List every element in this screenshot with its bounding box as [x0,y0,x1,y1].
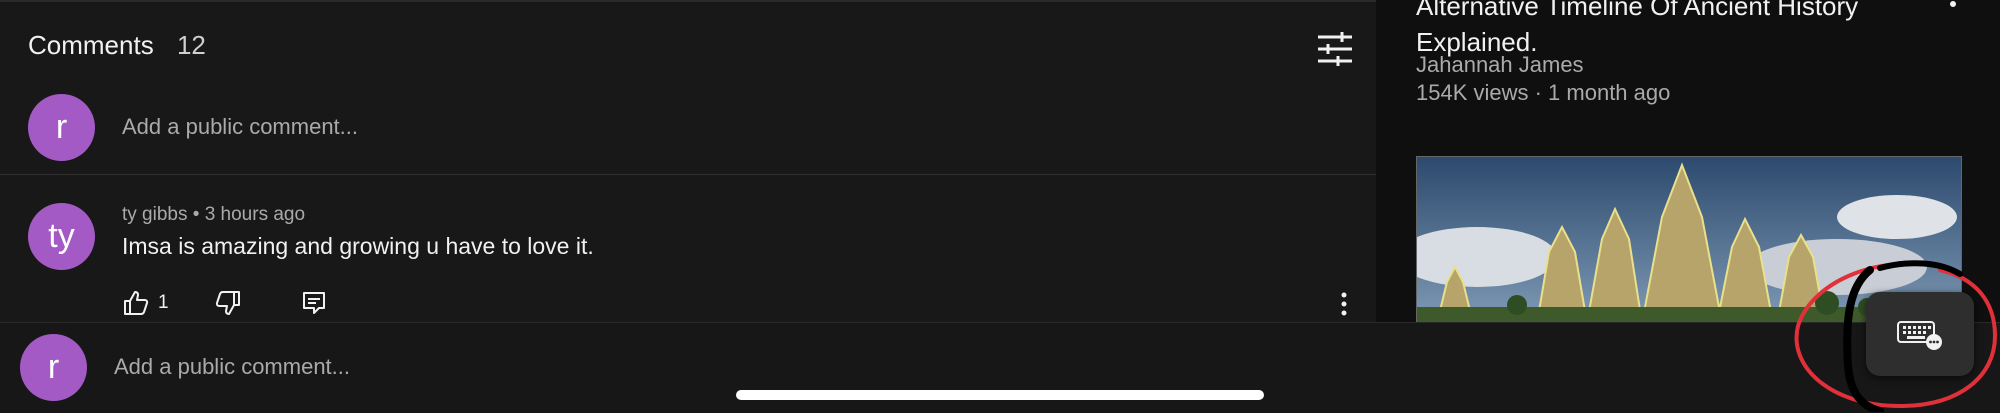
more-vertical-icon[interactable] [1332,290,1356,318]
reply-button[interactable] [300,288,328,318]
related-video-title[interactable]: Alternative Timeline Of Ancient History … [1416,0,1886,60]
comment-time[interactable]: 3 hours ago [205,204,305,225]
comment-meta: ty gibbs • 3 hours ago [122,204,305,226]
related-video-stats: 154K views · 1 month ago [1416,80,1671,105]
like-count: 1 [158,292,169,313]
comment-author[interactable]: ty gibbs [122,204,187,225]
dislike-button[interactable] [214,288,242,318]
comments-count: 12 [176,30,206,60]
add-comment-input[interactable]: Add a public comment... [122,114,358,140]
comments-header: Comments 12 [28,30,206,61]
reply-icon [303,292,325,314]
home-indicator[interactable] [736,390,1264,400]
comments-panel [0,0,1376,322]
related-video-channel[interactable]: Jahannah James [1416,52,1584,78]
thumbs-down-icon [215,291,240,315]
comment-avatar-letter: ty [48,217,75,255]
panel-top-border [0,0,1376,2]
user-avatar: r [28,94,95,161]
comments-divider [0,174,1376,175]
comment-author-avatar[interactable]: ty [28,203,95,270]
user-avatar-letter: r [55,108,68,146]
keyboard-button[interactable] [1866,292,1974,376]
thumbs-up-icon [124,291,149,315]
meta-separator: • [192,204,205,225]
sort-filter-icon[interactable] [1316,30,1354,68]
bottom-comment-input[interactable]: Add a public comment... [114,354,350,380]
keyboard-icon [1897,321,1942,350]
video-more-icon[interactable] [1946,0,1960,10]
bottom-user-avatar: r [20,334,87,401]
like-button[interactable]: 1 [122,288,169,318]
comment-text: Imsa is amazing and growing u have to lo… [122,233,594,259]
bottom-avatar-letter: r [47,348,60,386]
comments-title: Comments [28,30,154,60]
